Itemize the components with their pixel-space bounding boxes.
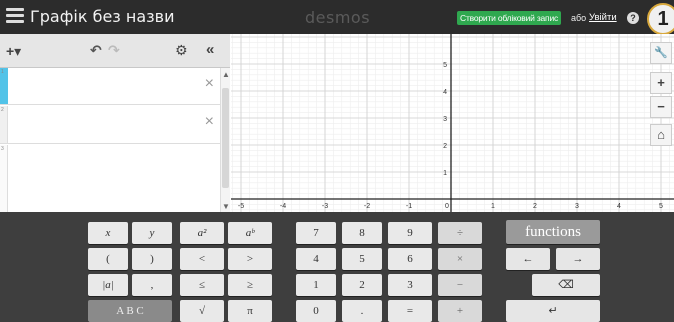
key-6[interactable]: 6: [388, 248, 432, 270]
key-4[interactable]: 4: [296, 248, 336, 270]
zoom-in-button[interactable]: +: [650, 72, 672, 94]
graph-tools: 🔧 + − ⌂: [647, 42, 674, 152]
expression-tab: 2: [0, 106, 8, 143]
x-tick-label: 0: [445, 203, 449, 210]
scroll-down-icon[interactable]: ▼: [222, 202, 230, 211]
y-tick-label: 1: [443, 170, 447, 177]
key-x[interactable]: x: [88, 222, 128, 244]
graph-title[interactable]: Графік без назви: [30, 7, 175, 26]
key-geq[interactable]: ≥: [228, 274, 272, 296]
key-close-paren[interactable]: ): [132, 248, 172, 270]
y-tick-label: 3: [443, 116, 447, 123]
x-tick-label: -3: [322, 203, 328, 210]
x-tick-label: 2: [533, 203, 537, 210]
key-2[interactable]: 2: [342, 274, 382, 296]
key-9[interactable]: 9: [388, 222, 432, 244]
key-equals[interactable]: =: [388, 300, 432, 322]
hamburger-menu-icon[interactable]: [6, 8, 24, 24]
key-open-paren[interactable]: (: [88, 248, 128, 270]
key-5[interactable]: 5: [342, 248, 382, 270]
expression-number: 3: [1, 146, 4, 152]
key-divide[interactable]: ÷: [438, 222, 482, 244]
key-3[interactable]: 3: [388, 274, 432, 296]
home-icon[interactable]: ⌂: [650, 124, 672, 146]
key-leq[interactable]: ≤: [180, 274, 224, 296]
help-icon[interactable]: ?: [627, 12, 639, 24]
key-a-squared[interactable]: a²: [180, 222, 224, 244]
settings-gear-icon[interactable]: ⚙: [175, 43, 188, 57]
key-less-than[interactable]: <: [180, 248, 224, 270]
x-tick-label: 5: [659, 203, 663, 210]
delete-expression-icon[interactable]: ×: [205, 76, 214, 92]
key-multiply[interactable]: ×: [438, 248, 482, 270]
key-greater-than[interactable]: >: [228, 248, 272, 270]
signup-button[interactable]: Створити обліковий запис: [457, 11, 562, 25]
expression-panel: +▾ ↶ ↷ ⚙ « 1 × 2 × 3 ▲ ▼ ⌨ ▾: [0, 34, 230, 242]
key-abc[interactable]: A B C: [88, 300, 172, 322]
desmos-logo: desmos: [305, 8, 371, 27]
wrench-icon[interactable]: 🔧: [650, 42, 672, 64]
expression-scrollbar[interactable]: ▲ ▼: [220, 68, 230, 212]
scroll-thumb[interactable]: [222, 88, 229, 188]
key-8[interactable]: 8: [342, 222, 382, 244]
key-decimal[interactable]: .: [342, 300, 382, 322]
number-badge: 1: [647, 3, 674, 35]
expression-number: 2: [1, 107, 4, 113]
key-sqrt[interactable]: √: [180, 300, 224, 322]
redo-icon[interactable]: ↷: [108, 43, 120, 57]
x-tick-label: -2: [364, 203, 370, 210]
x-tick-label: 1: [491, 203, 495, 210]
zoom-out-button[interactable]: −: [650, 96, 672, 118]
key-minus[interactable]: −: [438, 274, 482, 296]
key-right-arrow[interactable]: →: [556, 248, 600, 270]
x-tick-label: -4: [280, 203, 286, 210]
math-keypad: x y a² aᵇ ( ) < > |a| , ≤ ≥ A B C √ π 7 …: [0, 212, 674, 322]
y-tick-label: 4: [443, 89, 447, 96]
undo-icon[interactable]: ↶: [90, 43, 102, 57]
key-abs[interactable]: |a|: [88, 274, 128, 296]
expression-tab: 3: [0, 145, 8, 212]
collapse-panel-icon[interactable]: «: [206, 42, 214, 57]
key-plus[interactable]: +: [438, 300, 482, 322]
expression-number: 1: [1, 69, 4, 75]
graph-grid: -5 -4 -3 -2 -1 0 1 2 3 4 5 5 4 3 2 1: [231, 34, 674, 212]
key-0[interactable]: 0: [296, 300, 336, 322]
y-tick-label: 2: [443, 143, 447, 150]
top-bar: Графік без назви desmos Створити обліков…: [0, 0, 674, 35]
enter-key[interactable]: ↵: [506, 300, 600, 322]
key-1[interactable]: 1: [296, 274, 336, 296]
x-tick-label: -5: [238, 203, 244, 210]
backspace-key[interactable]: ⌫: [532, 274, 600, 296]
functions-button[interactable]: functions: [506, 220, 600, 244]
or-text: або: [571, 13, 587, 23]
key-y[interactable]: y: [132, 222, 172, 244]
desmos-app: Графік без назви desmos Створити обліков…: [0, 0, 674, 322]
expression-toolbar: +▾ ↶ ↷ ⚙ «: [0, 34, 230, 68]
key-a-power-b[interactable]: aᵇ: [228, 222, 272, 244]
expression-tab: 1: [0, 68, 8, 104]
add-item-button[interactable]: +▾: [6, 44, 21, 58]
y-tick-label: 5: [443, 62, 447, 69]
delete-expression-icon[interactable]: ×: [205, 114, 214, 130]
key-7[interactable]: 7: [296, 222, 336, 244]
x-tick-label: 4: [617, 203, 621, 210]
x-tick-label: 3: [575, 203, 579, 210]
key-pi[interactable]: π: [228, 300, 272, 322]
scroll-up-icon[interactable]: ▲: [222, 70, 230, 79]
key-left-arrow[interactable]: ←: [506, 248, 550, 270]
expression-row-3[interactable]: 3: [0, 145, 220, 212]
key-comma[interactable]: ,: [132, 274, 172, 296]
x-tick-label: -1: [406, 203, 412, 210]
login-link[interactable]: Увійти: [589, 12, 617, 23]
graph-canvas[interactable]: -5 -4 -3 -2 -1 0 1 2 3 4 5 5 4 3 2 1: [231, 34, 674, 212]
expression-row-1[interactable]: 1 ×: [0, 68, 220, 105]
expression-row-2[interactable]: 2 ×: [0, 106, 220, 144]
